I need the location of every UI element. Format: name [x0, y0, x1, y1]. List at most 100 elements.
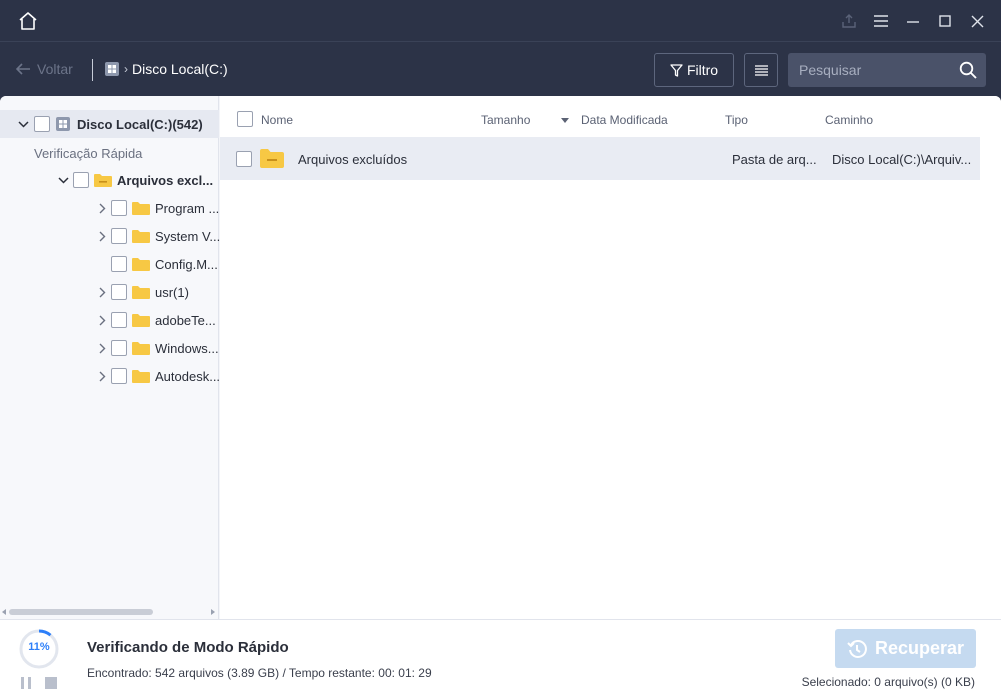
section-label-text: Verificação Rápida	[34, 145, 143, 161]
filter-label: Filtro	[686, 62, 719, 78]
folder-icon	[132, 286, 150, 299]
tree-group-checkbox[interactable]	[73, 172, 89, 188]
progress-percent: 11%	[28, 641, 50, 653]
row-checkbox[interactable]	[236, 151, 252, 167]
filter-button[interactable]: Filtro	[654, 53, 734, 87]
tree-item[interactable]: adobeTe...	[95, 308, 221, 332]
recover-icon	[847, 639, 867, 658]
tree-item-spacer	[95, 257, 109, 271]
chevron-right-icon[interactable]	[95, 229, 109, 243]
back-label: Voltar	[37, 61, 73, 77]
recover-label: Recuperar	[874, 638, 965, 658]
chevron-right-icon[interactable]	[95, 285, 109, 299]
search-box	[788, 53, 986, 87]
list-view-button[interactable]	[744, 53, 778, 87]
table-header: Nome Tamanho Data Modificada Tipo Caminh…	[220, 96, 1001, 136]
column-header-name[interactable]: Nome	[261, 113, 293, 127]
chevron-down-icon[interactable]	[16, 117, 30, 131]
drive-icon	[56, 117, 70, 131]
breadcrumb[interactable]: › Disco Local(C:)	[104, 61, 228, 77]
table-row[interactable]: Arquivos excluídos Pasta de arq... Disco…	[220, 137, 980, 180]
breadcrumb-separator: ›	[124, 62, 128, 76]
tree-item[interactable]: usr(1)	[95, 280, 221, 304]
back-arrow-icon	[16, 63, 30, 75]
scrollbar-thumb[interactable]	[9, 609, 153, 615]
tree-item-checkbox[interactable]	[111, 200, 127, 216]
search-icon[interactable]	[959, 61, 977, 79]
home-icon[interactable]	[16, 10, 40, 32]
title-bar	[0, 0, 1001, 42]
menu-icon[interactable]	[872, 12, 890, 30]
chevron-right-icon[interactable]	[95, 369, 109, 383]
status-title: Verificando de Modo Rápido	[87, 639, 289, 656]
share-icon[interactable]	[840, 12, 858, 30]
column-header-modified[interactable]: Data Modificada	[581, 113, 668, 127]
tree-item-checkbox[interactable]	[111, 340, 127, 356]
select-all-checkbox[interactable]	[237, 111, 253, 127]
folder-icon	[132, 342, 150, 355]
scroll-left-arrow-icon[interactable]	[1, 609, 7, 615]
column-header-type[interactable]: Tipo	[725, 113, 748, 127]
chevron-down-icon[interactable]	[56, 173, 70, 187]
tree-group-deleted[interactable]: Arquivos excl...	[56, 168, 220, 192]
tree-root-disk[interactable]: Disco Local(C:)(542)	[16, 112, 203, 136]
folder-icon	[132, 258, 150, 271]
tree-item[interactable]: Program ...	[95, 196, 221, 220]
maximize-icon[interactable]	[936, 12, 954, 30]
sidebar-horizontal-scrollbar[interactable]	[0, 606, 219, 618]
tree-item-label: adobeTe...	[155, 312, 216, 328]
tree-item-label: Windows...	[155, 340, 219, 356]
tree-root-label: Disco Local(C:)(542)	[77, 116, 203, 132]
search-input[interactable]	[788, 53, 953, 87]
column-header-path[interactable]: Caminho	[825, 113, 873, 127]
toolbar: Voltar › Disco Local(C:) Filtro	[0, 42, 1001, 96]
status-bar: 11% Verificando de Modo Rápido Encontrad…	[0, 619, 1001, 700]
chevron-right-icon[interactable]	[95, 313, 109, 327]
tree-item-label: usr(1)	[155, 284, 189, 300]
selected-count: Selecionado: 0 arquivo(s) (0 KB)	[801, 675, 975, 689]
row-type: Pasta de arq...	[732, 152, 817, 167]
folder-icon	[94, 174, 112, 187]
tree-item[interactable]: Autodesk...	[95, 364, 221, 388]
tree-item-checkbox[interactable]	[111, 256, 127, 272]
toolbar-divider	[92, 59, 93, 81]
tree-item-label: Autodesk...	[155, 368, 221, 384]
tree-item-checkbox[interactable]	[111, 312, 127, 328]
tree-item[interactable]: Config.M...	[95, 252, 221, 276]
back-button[interactable]: Voltar	[16, 61, 73, 77]
chevron-right-icon[interactable]	[95, 341, 109, 355]
list-view-icon	[754, 64, 768, 76]
status-found-text: Encontrado: 542 arquivos (3.89 GB) / Tem…	[87, 666, 432, 680]
recover-button[interactable]: Recuperar	[835, 629, 976, 668]
file-list: Nome Tamanho Data Modificada Tipo Caminh…	[220, 96, 1001, 619]
stop-icon[interactable]	[45, 677, 57, 689]
folder-tree: Disco Local(C:)(542) Verificação Rápida …	[0, 96, 221, 619]
drive-icon	[105, 62, 119, 76]
chevron-right-icon[interactable]	[95, 201, 109, 215]
content-area: Disco Local(C:)(542) Verificação Rápida …	[0, 96, 1001, 619]
tree-item[interactable]: Windows...	[95, 336, 221, 360]
minimize-icon[interactable]	[904, 12, 922, 30]
row-path: Disco Local(C:)\Arquiv...	[832, 152, 972, 167]
column-header-size[interactable]: Tamanho	[481, 113, 530, 127]
tree-item-label: System V...	[155, 228, 221, 244]
row-name: Arquivos excluídos	[298, 152, 408, 167]
sort-desc-icon[interactable]	[561, 118, 569, 123]
tree-group-label: Arquivos excl...	[117, 172, 214, 188]
tree-section-label: Verificação Rápida	[34, 141, 142, 165]
tree-item-label: Program ...	[155, 200, 220, 216]
filter-icon	[670, 63, 683, 77]
tree-item-checkbox[interactable]	[111, 368, 127, 384]
folder-icon	[132, 314, 150, 327]
folder-icon	[260, 149, 284, 168]
close-icon[interactable]	[968, 12, 986, 30]
tree-item-checkbox[interactable]	[111, 228, 127, 244]
pause-icon[interactable]	[20, 677, 32, 689]
scroll-right-arrow-icon[interactable]	[210, 609, 216, 615]
folder-icon	[132, 230, 150, 243]
tree-item-checkbox[interactable]	[111, 284, 127, 300]
tree-item-label: Config.M...	[155, 256, 218, 272]
tree-root-checkbox[interactable]	[34, 116, 50, 132]
tree-item[interactable]: System V...	[95, 224, 221, 248]
breadcrumb-label: Disco Local(C:)	[132, 61, 228, 77]
